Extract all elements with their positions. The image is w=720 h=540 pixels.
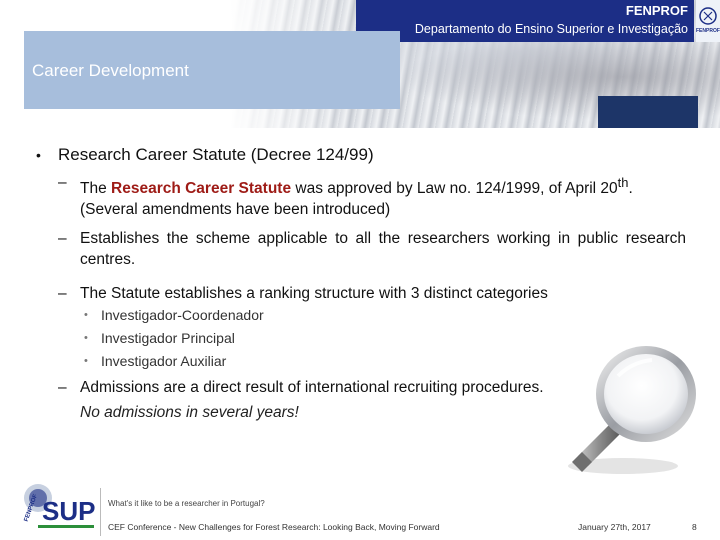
bullet-dot-icon: •: [36, 147, 41, 163]
highlighted-term: Research Career Statute: [111, 180, 292, 198]
bullet-dot-icon: •: [84, 309, 88, 321]
superscript: th: [617, 175, 629, 190]
org-name: FENPROF: [625, 3, 688, 18]
dash-marker: –: [58, 174, 67, 191]
bullet-text: Research Career Statute (Decree 124/99): [58, 145, 374, 164]
section-banner: Career Development: [24, 31, 400, 109]
bullet-dot-icon: •: [84, 332, 88, 344]
category-label: Investigador-Coordenador: [101, 307, 264, 323]
dash-marker: –: [58, 285, 67, 302]
footer-question: What's it like to be a researcher in Por…: [108, 499, 265, 508]
bullet-dot-icon: •: [84, 355, 88, 367]
magnifying-glass-icon: [568, 346, 696, 474]
page-number: 8: [692, 522, 697, 532]
organization-header: FENPROF Departamento do Ensino Superior …: [356, 0, 694, 42]
footer-date: January 27th, 2017: [578, 522, 651, 532]
section-title: Career Development: [32, 61, 189, 80]
dash-marker: –: [58, 230, 67, 247]
sup-logo: FENPROF SUP: [24, 484, 95, 528]
text-segment: was approved by Law no. 124/1999, of Apr…: [291, 180, 618, 198]
fenprof-emblem-icon: [699, 7, 717, 25]
footer-divider: [100, 488, 101, 536]
dash-marker: –: [58, 379, 67, 396]
corner-logo-label: FENPROF: [696, 28, 720, 34]
category-label: Investigador Auxiliar: [101, 353, 227, 369]
sub-bullet-text: Establishes the scheme applicable to all…: [80, 230, 686, 268]
category-label: Investigador Principal: [101, 330, 235, 346]
fenprof-logo: FENPROF: [696, 0, 720, 42]
department-name: Departamento do Ensino Superior e Invest…: [414, 22, 688, 36]
sup-logo-text: SUP: [42, 496, 95, 526]
sub-bullet-text: The Statute establishes a ranking struct…: [80, 285, 548, 302]
sub-bullet-text: The Research Career Statute was approved…: [80, 172, 686, 220]
text-segment: The: [80, 180, 112, 198]
header-accent-stripe: [598, 96, 698, 128]
footer-conference: CEF Conference - New Challenges for Fore…: [108, 522, 440, 532]
